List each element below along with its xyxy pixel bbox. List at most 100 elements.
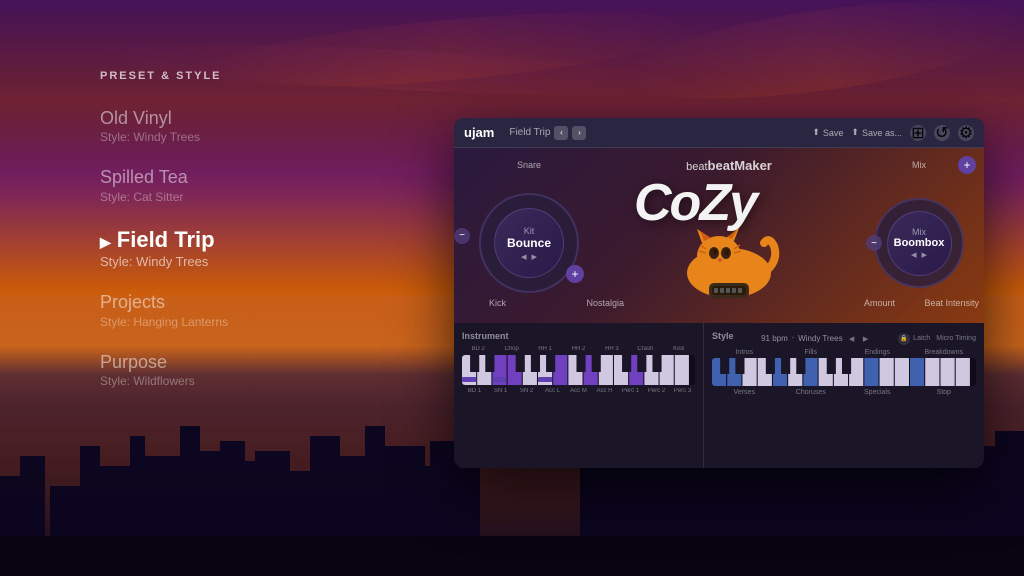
style-title: Style — [712, 331, 734, 341]
style-choruses: Choruses — [779, 389, 844, 396]
kit-sub-btn[interactable]: − — [454, 228, 470, 244]
style-keyboard — [712, 358, 976, 386]
mix-dial-container[interactable]: Mix Boombox ◀ ▶ − — [874, 198, 964, 288]
inst-pad-labels-1: BD 2 Chop HH 1 HH 2 HH 3 Crash Kick — [462, 346, 695, 352]
inst-pad-labels-2: BD 1 SN 1 SN 2 Acc L Acc M Acc H Perc 1 … — [462, 388, 695, 394]
pad-accm: Acc M — [566, 388, 591, 394]
amount-label: Amount — [864, 298, 895, 308]
pad-accl: Acc L — [540, 388, 565, 394]
style-fills: Fills — [779, 349, 844, 356]
keyboard-svg — [462, 355, 695, 385]
kit-section: Snare − Kit Bounce ◀ ▶ + Kick Nostalgia — [454, 148, 604, 323]
style-keyboard-svg — [712, 358, 976, 386]
kit-next[interactable]: ▶ — [532, 253, 537, 261]
preset-name-projects: Projects — [100, 291, 228, 314]
kit-dial-outer[interactable]: Kit Bounce ◀ ▶ — [479, 193, 579, 293]
latch-label: Latch — [913, 335, 930, 342]
style-intros: Intros — [712, 349, 777, 356]
pad-hh1: HH 1 — [529, 346, 561, 352]
kit-dial-inner: Kit Bounce ◀ ▶ — [494, 208, 564, 278]
latch-icon[interactable]: 🔒 — [898, 333, 910, 345]
style-prev[interactable]: ◀ — [847, 334, 857, 344]
undo-icon-btn[interactable]: ↺ — [934, 125, 950, 141]
latch-area: 🔒 Latch Micro Timing — [898, 333, 976, 345]
plugin-header: ujam Field Trip ‹ › ⬆ Save ⬆ Save as... … — [454, 118, 984, 148]
pad-sn1: SN 1 — [488, 388, 513, 394]
style-section-row2: Verses Choruses Specials Stop — [712, 389, 976, 396]
save-as-icon: ⬆ — [851, 127, 859, 138]
snare-label: Snare — [517, 160, 541, 170]
pad-hh2: HH 2 — [562, 346, 594, 352]
breadcrumb-prev-btn[interactable]: ‹ — [554, 126, 568, 140]
preset-style-purpose: Style: Wildflowers — [100, 374, 228, 388]
preset-name-old-vinyl: Old Vinyl — [100, 107, 228, 130]
preset-item-field-trip[interactable]: ▶Field Trip Style: Windy Trees — [100, 226, 228, 270]
mix-next[interactable]: ▶ — [922, 251, 927, 259]
kit-add-btn[interactable]: + — [566, 265, 584, 283]
inst-keyboard — [462, 355, 695, 385]
pad-hh3: HH 3 — [596, 346, 628, 352]
breadcrumb-text: Field Trip — [509, 127, 550, 138]
save-as-btn[interactable]: ⬆ Save as... — [851, 127, 902, 138]
style-section-row1: Intros Fills Endings Breakdowns — [712, 349, 976, 356]
mix-prev[interactable]: ◀ — [911, 251, 916, 259]
preset-style-old-vinyl: Style: Windy Trees — [100, 130, 228, 144]
active-arrow: ▶ — [100, 233, 111, 251]
preset-style-spilled-tea: Style: Cat Sitter — [100, 190, 228, 204]
header-actions: ⬆ Save ⬆ Save as... ⊞ ↺ ⚙ — [812, 125, 974, 141]
pad-perc3: Perc 3 — [670, 388, 695, 394]
beatmaker-bold: beatMaker — [708, 158, 772, 173]
pad-crash: Crash — [629, 346, 661, 352]
style-name-display: Windy Trees — [798, 334, 842, 343]
mix-section: Mix + Mix Boombox ◀ ▶ − Amount — [854, 148, 984, 323]
instrument-panel: Instrument BD 2 Chop HH 1 HH 2 HH 3 Cras… — [454, 323, 704, 468]
preset-item-spilled-tea[interactable]: Spilled Tea Style: Cat Sitter — [100, 166, 228, 203]
style-separator: - — [792, 335, 794, 342]
preset-item-purpose[interactable]: Purpose Style: Wildflowers — [100, 351, 228, 388]
preset-name-spilled-tea: Spilled Tea — [100, 166, 228, 189]
pad-acch: Acc H — [592, 388, 617, 394]
preset-item-old-vinyl[interactable]: Old Vinyl Style: Windy Trees — [100, 107, 228, 144]
save-btn[interactable]: ⬆ Save — [812, 127, 843, 138]
settings-icon-btn[interactable]: ⚙ — [958, 125, 974, 141]
preset-item-projects[interactable]: Projects Style: Hanging Lanterns — [100, 291, 228, 328]
kit-label: Kit — [524, 226, 535, 236]
plugin-window: ujam Field Trip ‹ › ⬆ Save ⬆ Save as... … — [454, 118, 984, 468]
pad-bd1: BD 1 — [462, 388, 487, 394]
grid-icon-btn[interactable]: ⊞ — [910, 125, 926, 141]
micro-timing-label: Micro Timing — [936, 335, 976, 342]
cat-section: beatbeatMaker CoZy — [604, 148, 854, 323]
mix-sub-btn[interactable]: − — [866, 235, 882, 251]
kit-nav: ◀ ▶ — [521, 253, 537, 261]
preset-name-field-trip: ▶Field Trip — [100, 226, 228, 255]
beatmaker-label: beatbeatMaker — [686, 158, 772, 173]
mix-inner-label: Mix — [912, 227, 926, 237]
style-panel: Style 91 bpm - Windy Trees ◀ ▶ 🔒 Latch M… — [704, 323, 984, 468]
kick-label: Kick — [489, 298, 506, 308]
style-stop: Stop — [912, 389, 977, 396]
plugin-bottom: Instrument BD 2 Chop HH 1 HH 2 HH 3 Cras… — [454, 323, 984, 468]
breadcrumb-next-btn[interactable]: › — [572, 126, 586, 140]
style-next[interactable]: ▶ — [861, 334, 871, 344]
mix-inner-value: Boombox — [894, 237, 945, 249]
style-bpm-area: 91 bpm - Windy Trees ◀ ▶ — [761, 334, 871, 344]
preset-style-projects: Style: Hanging Lanterns — [100, 315, 228, 329]
beat-intensity-label: Beat Intensity — [924, 298, 979, 308]
mix-add-btn[interactable]: + — [958, 156, 976, 174]
pad-chop: Chop — [495, 346, 527, 352]
preset-panel: PRESET & STYLE Old Vinyl Style: Windy Tr… — [100, 70, 228, 410]
style-endings: Endings — [845, 349, 910, 356]
style-verses: Verses — [712, 389, 777, 396]
save-icon: ⬆ — [812, 127, 820, 138]
header-breadcrumb: Field Trip ‹ › — [509, 126, 812, 140]
mix-dial[interactable]: Mix Boombox ◀ ▶ — [874, 198, 964, 288]
mix-nav: ◀ ▶ — [911, 251, 927, 259]
style-specials: Specials — [845, 389, 910, 396]
bpm-value: 91 bpm — [761, 334, 788, 343]
kit-prev[interactable]: ◀ — [521, 253, 526, 261]
style-breakdowns: Breakdowns — [912, 349, 977, 356]
mix-dial-inner: Mix Boombox ◀ ▶ — [887, 211, 952, 276]
preset-name-purpose: Purpose — [100, 351, 228, 374]
mix-label: Mix — [912, 160, 926, 170]
pad-perc1: Perc 1 — [618, 388, 643, 394]
